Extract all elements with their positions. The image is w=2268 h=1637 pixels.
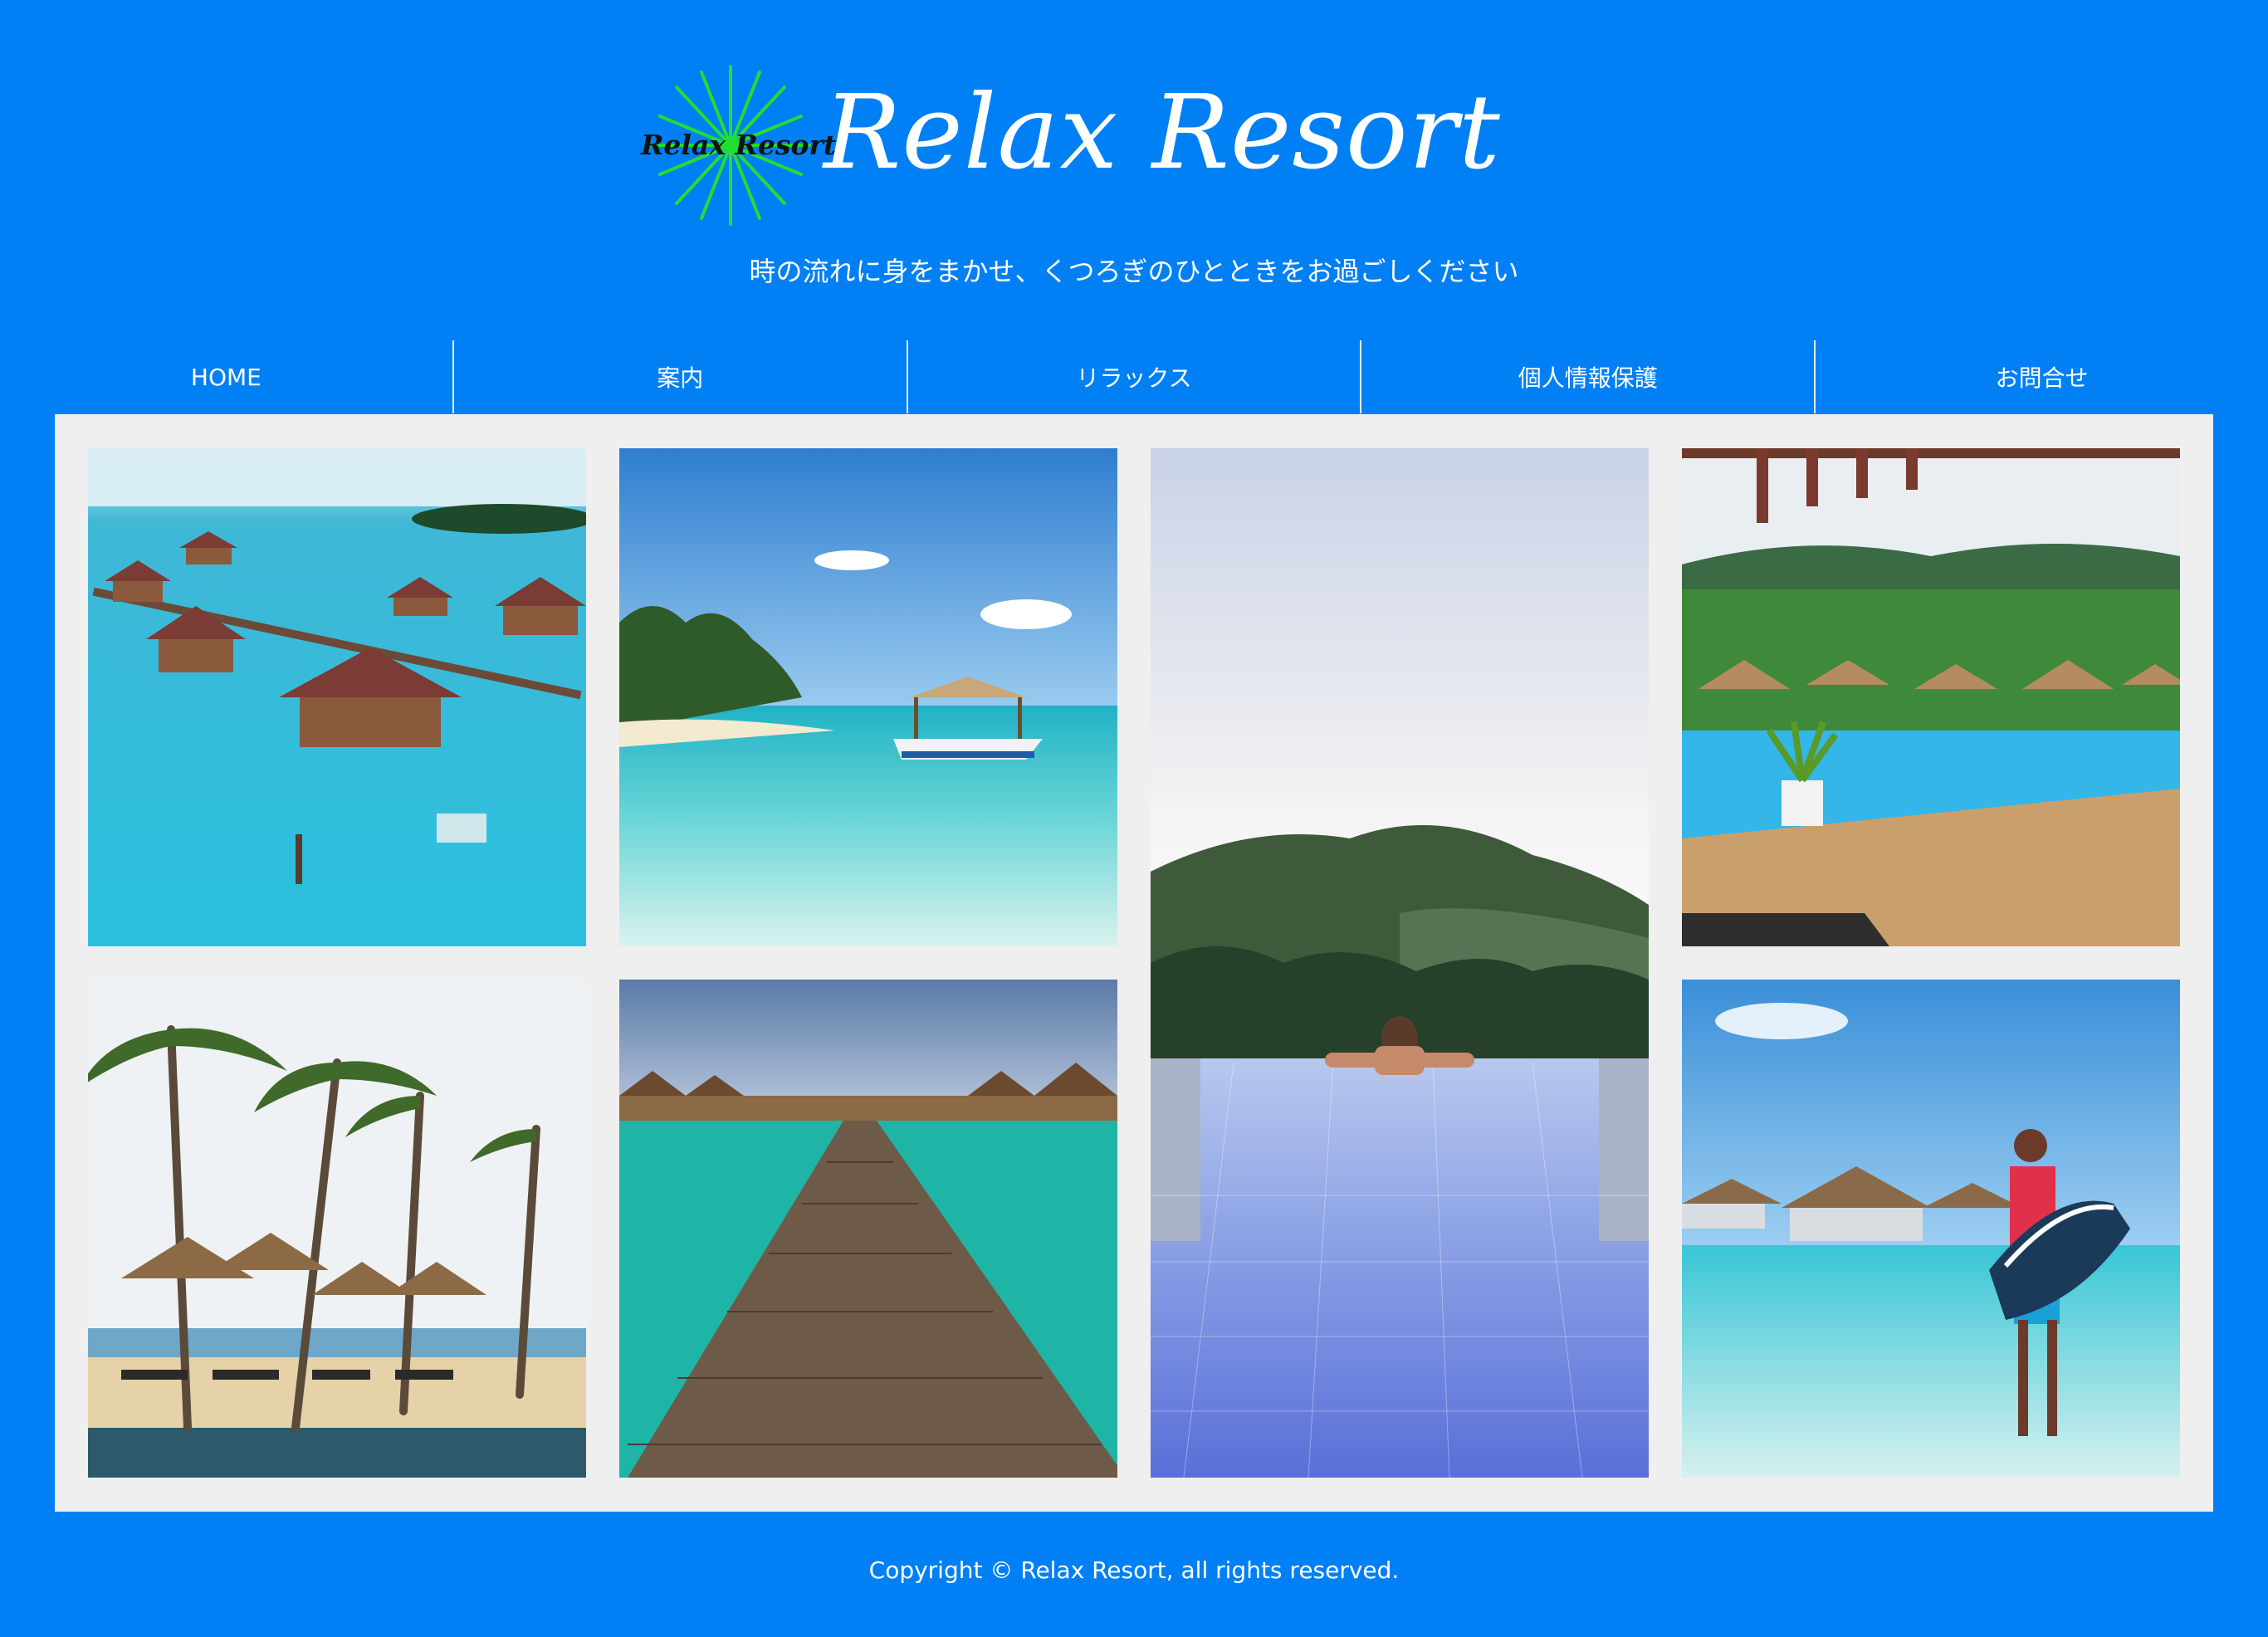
nav-item-privacy[interactable]: 個人情報保護: [1361, 340, 1816, 413]
site-header: Relax Resort Relax Resort 時の流れに身をまかせ、くつろ…: [0, 0, 2268, 340]
photo-palm-beach[interactable]: [88, 980, 586, 1478]
photo-resort-pool[interactable]: [1682, 448, 2180, 946]
photo-wakeboard-man[interactable]: [1682, 980, 2180, 1478]
photo-beach-boat[interactable]: [619, 448, 1117, 946]
nav-item-relax[interactable]: リラックス: [908, 340, 1362, 413]
main-nav: HOME 案内 リラックス 個人情報保護 お問合せ: [0, 340, 2268, 413]
footer-copyright: Copyright © Relax Resort, all rights res…: [868, 1556, 1400, 1584]
nav-item-guide[interactable]: 案内: [454, 340, 908, 413]
logo-text: Relax Resort: [641, 129, 837, 161]
photo-wooden-pier[interactable]: [619, 980, 1117, 1478]
sunburst-logo-icon[interactable]: Relax Resort: [639, 62, 837, 228]
nav-item-home[interactable]: HOME: [0, 340, 454, 413]
photo-overwater-villas[interactable]: [88, 448, 586, 946]
nav-item-contact[interactable]: お問合せ: [1816, 340, 2268, 413]
photo-gallery: [55, 414, 2213, 1512]
logo-block[interactable]: Relax Resort Relax Resort: [639, 62, 1500, 226]
tagline: 時の流れに身をまかせ、くつろぎのひとときをお過ごしください: [749, 256, 1519, 287]
brand-title[interactable]: Relax Resort: [824, 71, 1501, 195]
photo-infinity-pool[interactable]: [1151, 448, 1649, 1478]
